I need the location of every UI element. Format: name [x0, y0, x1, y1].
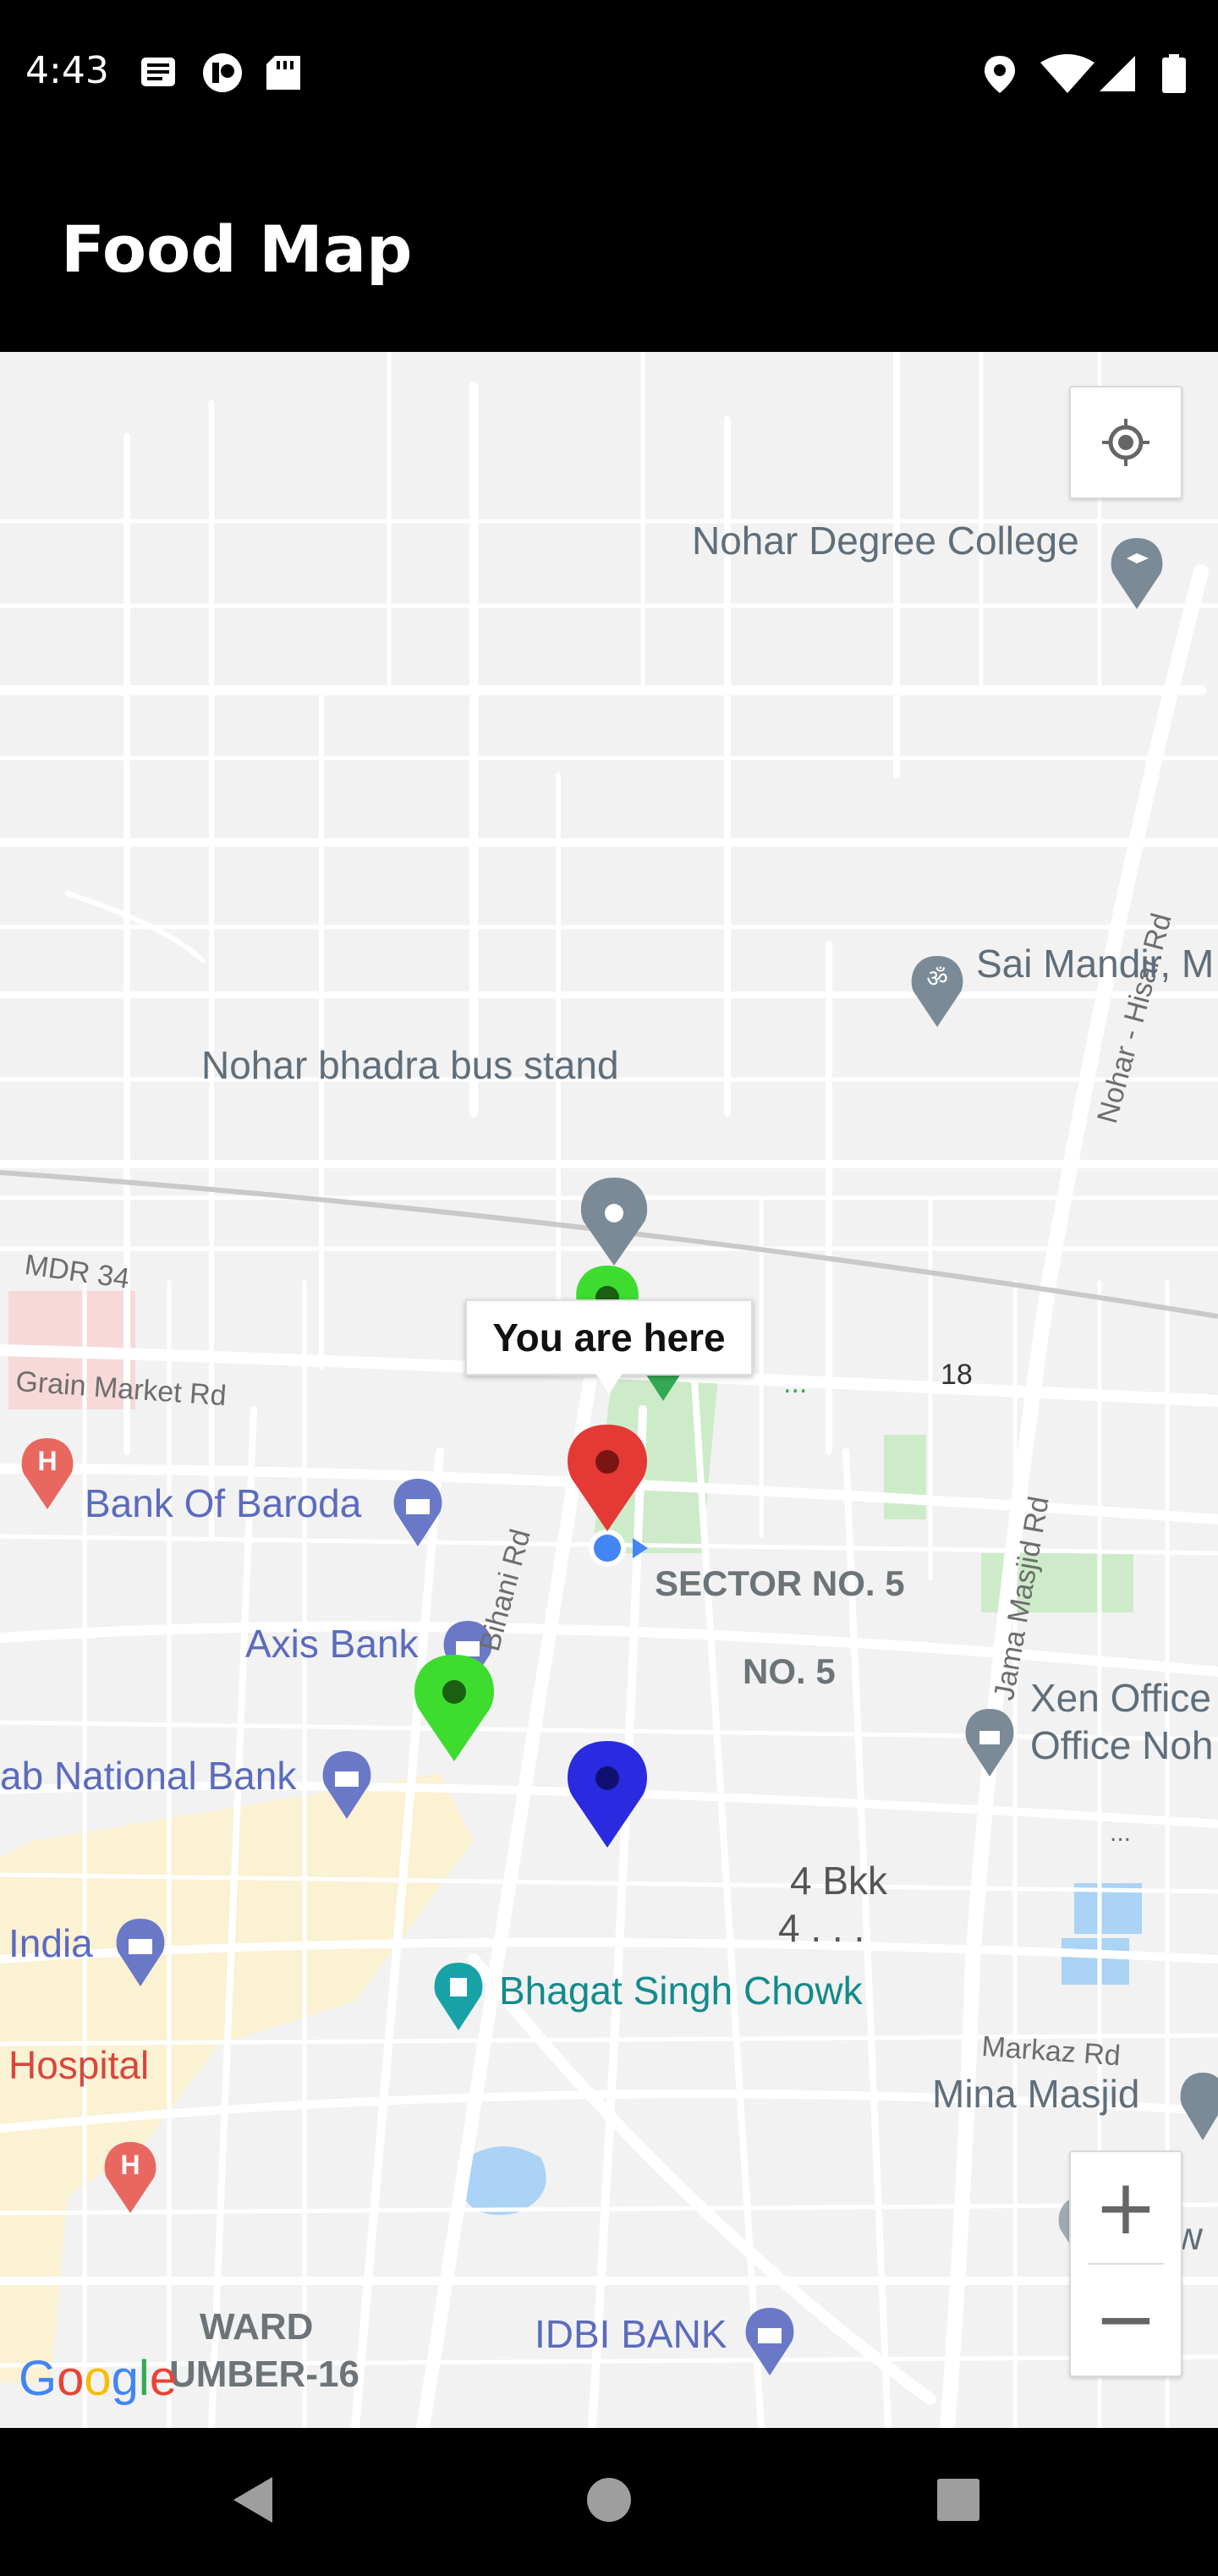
label-dots-2: ...: [1110, 1819, 1132, 1847]
status-time: 4:43: [25, 49, 109, 92]
office-icon-xen: [965, 1709, 1014, 1777]
label-india: India: [8, 1921, 93, 1965]
college-icon: [1111, 538, 1163, 609]
sim-icon: [203, 53, 242, 92]
svg-text:ॐ: ॐ: [926, 964, 948, 992]
google-logo: Google: [19, 2351, 178, 2406]
mosque-icon: [1180, 2073, 1218, 2140]
label-road-18: 18: [941, 1359, 973, 1391]
label-xen-office-1: Xen Office: [1030, 1676, 1211, 1720]
crosshair-icon: [1102, 419, 1149, 466]
status-bar: 4:43: [0, 0, 1218, 144]
label-ward-2: UMBER-16: [169, 2354, 359, 2395]
wifi-icon: [1040, 54, 1095, 93]
home-icon[interactable]: [587, 2478, 631, 2522]
label-ward-1: WARD: [200, 2306, 314, 2348]
marker-green-axis[interactable]: [414, 1655, 494, 1761]
label-pnb: ab National Bank: [0, 1754, 297, 1798]
my-location-button[interactable]: [1069, 386, 1182, 499]
zoom-controls: + −: [1069, 2150, 1182, 2377]
label-bus-stand: Nohar bhadra bus stand: [201, 1043, 619, 1087]
hospital-icon-2: H: [104, 2142, 156, 2213]
bank-icon-idbi: [745, 2308, 794, 2376]
label-sai-mandir: Sai Mandir, M: [976, 942, 1215, 986]
zoom-out-button[interactable]: −: [1071, 2264, 1181, 2374]
svg-text:H: H: [37, 1446, 57, 1476]
label-mina-masjid: Mina Masjid: [932, 2072, 1140, 2116]
status-left-icons: [140, 52, 309, 97]
recents-icon[interactable]: [937, 2479, 979, 2521]
hospital-icon-1: H: [21, 1438, 74, 1509]
svg-text:H: H: [120, 2150, 140, 2180]
info-window-text: You are here: [492, 1315, 726, 1359]
zoom-in-button[interactable]: +: [1071, 2152, 1181, 2262]
info-window[interactable]: You are here: [465, 1299, 753, 1376]
marker-grey[interactable]: [580, 1178, 648, 1266]
label-hospital: Hospital: [8, 2043, 150, 2087]
label-sector-5: SECTOR NO. 5: [655, 1563, 905, 1603]
label-axis-bank: Axis Bank: [245, 1622, 419, 1666]
label-nohar-degree-college: Nohar Degree College: [692, 519, 1079, 563]
label-no-5: NO. 5: [743, 1651, 836, 1691]
cellular-signal-icon: [1100, 56, 1135, 91]
battery-icon: [1162, 54, 1186, 93]
label-4-bkk-1: 4 Bkk: [790, 1859, 888, 1903]
info-window-tail: [594, 1370, 624, 1394]
label-xen-office-2: Office Noh: [1030, 1723, 1214, 1767]
label-idbi-bank: IDBI BANK: [535, 2312, 727, 2356]
sd-card-icon: [266, 56, 300, 90]
marker-blue[interactable]: [568, 1741, 647, 1848]
label-dots-1: ...: [783, 1367, 808, 1399]
app-title: Food Map: [61, 211, 413, 287]
location-icon: [985, 56, 1015, 93]
map-view[interactable]: ॐ H H Nohar Degree College Nohar - Hisar…: [0, 352, 1218, 2428]
news-icon: [141, 58, 175, 86]
back-icon[interactable]: [233, 2477, 272, 2523]
navigation-bar: [0, 2428, 1218, 2572]
label-bhagat-singh-chowk: Bhagat Singh Chowk: [499, 1969, 863, 2013]
monument-icon: [434, 1963, 483, 2030]
label-bank-of-baroda: Bank Of Baroda: [85, 1481, 362, 1525]
label-4-bkk-2: 4 . . .: [778, 1906, 865, 1950]
status-right-icons: [983, 52, 1199, 99]
temple-icon: ॐ: [911, 956, 963, 1027]
